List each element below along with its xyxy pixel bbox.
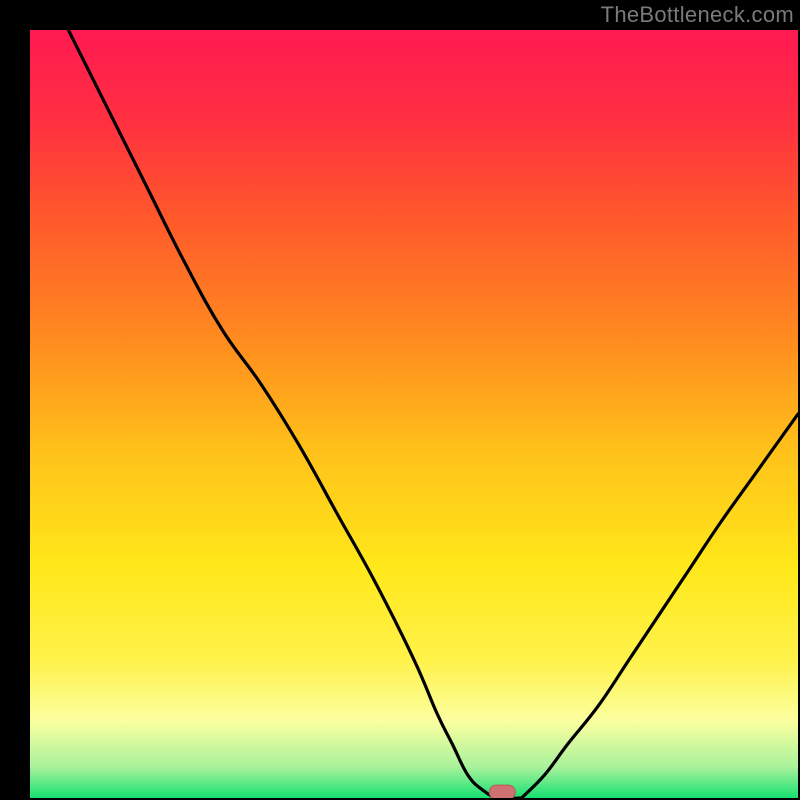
plot-area — [30, 30, 798, 798]
optimal-point-marker — [489, 785, 515, 798]
bottleneck-chart — [30, 30, 798, 798]
chart-frame: TheBottleneck.com — [0, 0, 800, 800]
watermark-text: TheBottleneck.com — [601, 2, 794, 28]
gradient-background — [30, 30, 798, 798]
